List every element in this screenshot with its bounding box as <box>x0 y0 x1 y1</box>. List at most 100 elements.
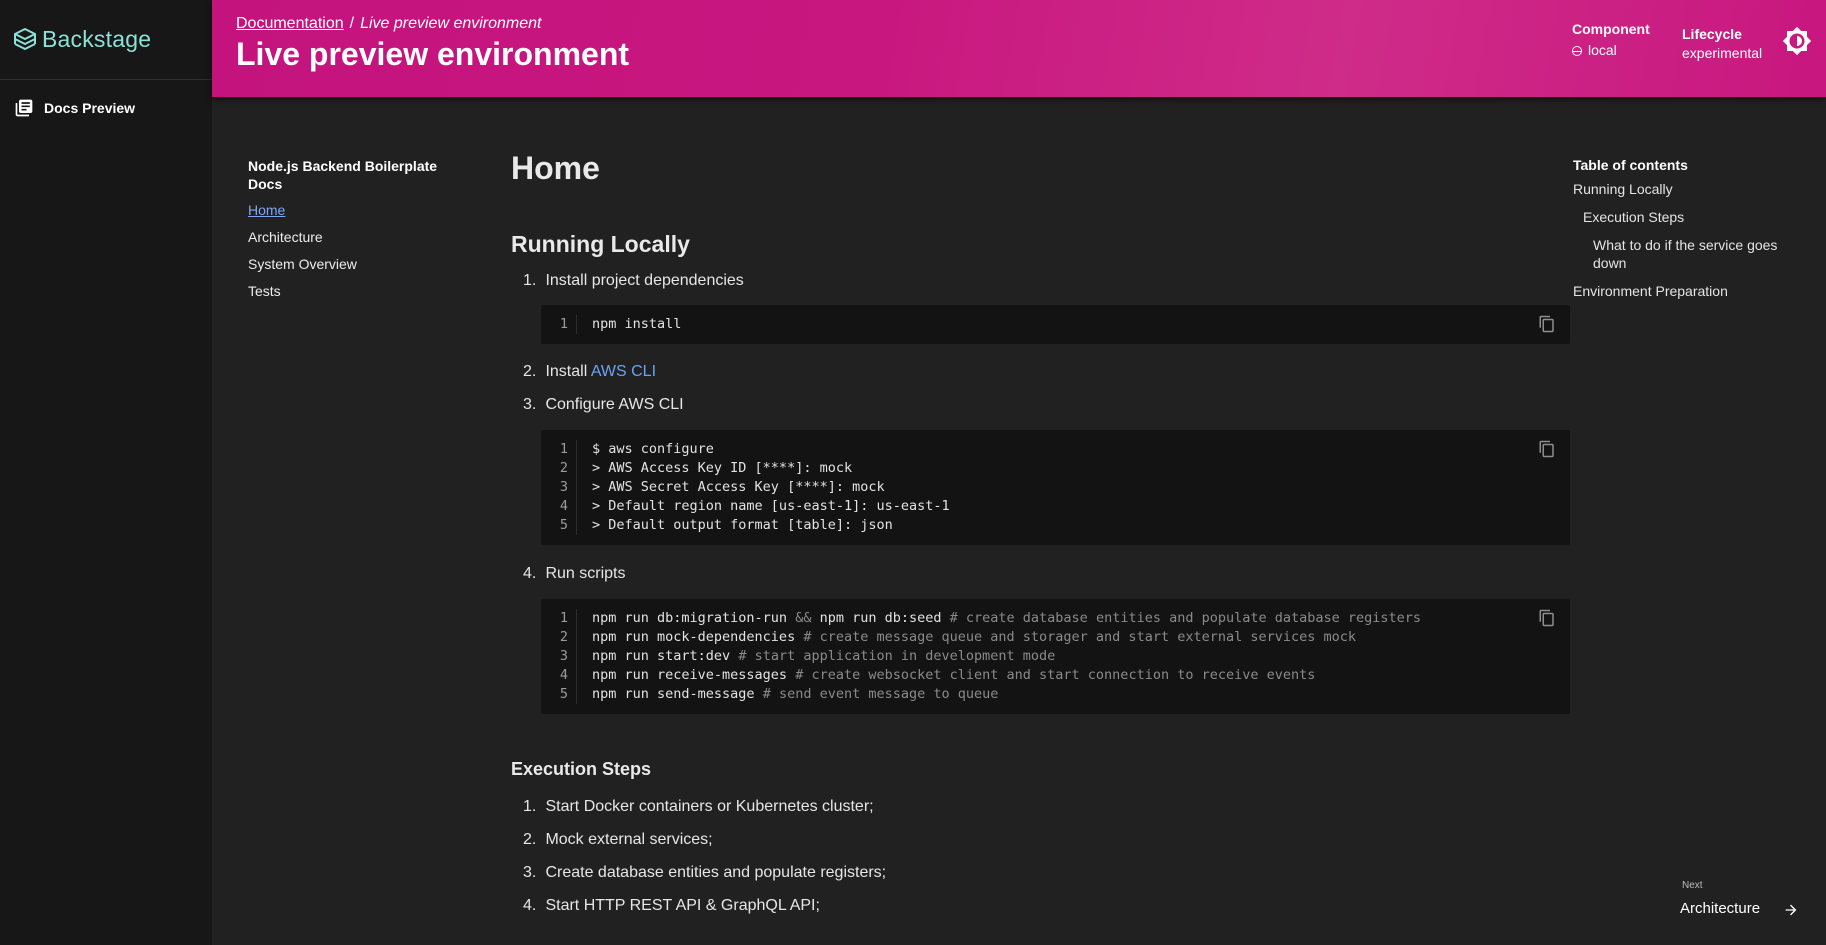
sidebar: Backstage Docs Preview <box>0 0 212 945</box>
code-comment: # send event message to queue <box>762 686 999 702</box>
toc-item-running-locally[interactable]: Running Locally <box>1573 180 1793 198</box>
next-page-link[interactable]: Next Architecture <box>1680 880 1800 917</box>
code-text: > AWS Secret Access Key [****]: mock <box>592 479 885 495</box>
sidebar-item-docs-preview[interactable]: Docs Preview <box>0 83 212 133</box>
list-item: 4. Start HTTP REST API & GraphQL API; <box>511 896 1541 929</box>
list-item: 1. Install project dependencies <box>511 271 1541 304</box>
docnav-item-architecture[interactable]: Architecture <box>248 228 448 255</box>
code-block: 1 npm install <box>541 305 1570 344</box>
code-line: 4 > Default region name [us-east-1]: us-e… <box>541 497 1570 516</box>
toc-item-environment-preparation[interactable]: Environment Preparation <box>1573 282 1793 300</box>
code-line: 3 > AWS Secret Access Key [****]: mock <box>541 478 1570 497</box>
code-text: npm run receive-messages # create websoc… <box>577 666 1315 685</box>
component-value-row: local <box>1572 42 1650 58</box>
code-text: npm install <box>592 316 682 332</box>
toc-item-service-down[interactable]: What to do if the service goes down <box>1573 236 1793 272</box>
doc-heading-home: Home <box>511 150 600 186</box>
code-command: npm run receive-messages <box>592 667 796 683</box>
next-label: Next <box>1682 880 1703 891</box>
list-number: 3. <box>523 864 537 881</box>
toc-title: Table of contents <box>1573 157 1688 173</box>
list-item: 2. Mock external services; <box>511 830 1541 863</box>
code-text: $ aws configure <box>592 441 714 457</box>
code-line: 2 > AWS Access Key ID [****]: mock <box>541 459 1570 478</box>
list-number: 2. <box>523 831 537 848</box>
list-number: 4. <box>523 565 537 582</box>
component-label: Component <box>1572 21 1650 37</box>
copy-icon[interactable] <box>1538 440 1556 458</box>
breadcrumb-documentation-link[interactable]: Documentation <box>236 15 344 32</box>
lifecycle-label: Lifecycle <box>1682 26 1742 42</box>
line-number: 3 <box>541 478 577 497</box>
component-value[interactable]: local <box>1588 42 1617 58</box>
code-line: 1 $ aws configure <box>541 440 1570 459</box>
code-line: 5 > Default output format [table]: json <box>541 516 1570 535</box>
code-text: > Default region name [us-east-1]: us-ea… <box>592 498 950 514</box>
page-title: Live preview environment <box>236 36 630 72</box>
code-line: 1 npm install <box>541 315 1570 334</box>
code-command: npm run start:dev <box>592 648 739 664</box>
globe-icon <box>1572 46 1582 56</box>
code-text: npm run send-message # send event messag… <box>577 685 998 704</box>
line-number: 5 <box>541 516 577 535</box>
code-line: 5 npm run send-message # send event messa… <box>541 685 1570 704</box>
list-number: 2. <box>523 363 537 380</box>
code-command: npm run mock-dependencies <box>592 629 804 645</box>
arrow-right-icon <box>1785 904 1797 916</box>
code-command: npm run db:seed <box>811 610 950 626</box>
code-comment: # create message queue and storager and … <box>803 629 1357 645</box>
sidebar-item-label: Docs Preview <box>44 100 136 116</box>
code-text: npm run db:migration-run && npm run db:s… <box>577 609 1421 628</box>
docnav-item-system-overview[interactable]: System Overview <box>248 255 448 282</box>
list-number: 3. <box>523 396 537 413</box>
line-number: 2 <box>541 459 577 478</box>
table-of-contents: Table of contents Running Locally Execut… <box>1573 157 1793 310</box>
aws-cli-link[interactable]: AWS CLI <box>591 363 656 380</box>
list-text: Start HTTP REST API & GraphQL API; <box>545 897 820 914</box>
component-info: Component local <box>1572 21 1650 58</box>
list-item: 2. Install AWS CLI <box>511 362 1541 395</box>
line-number: 3 <box>541 647 577 666</box>
list-text: Run scripts <box>545 565 626 582</box>
list-text: Mock external services; <box>545 831 713 848</box>
docnav-item-home[interactable]: Home <box>248 201 448 228</box>
list-text: Start Docker containers or Kubernetes cl… <box>545 798 874 815</box>
brightness-icon[interactable] <box>1782 26 1812 56</box>
copy-icon[interactable] <box>1538 315 1556 333</box>
library-books-icon <box>15 99 33 117</box>
line-number: 1 <box>541 440 577 459</box>
breadcrumb-separator: / <box>349 15 355 32</box>
list-number: 1. <box>523 798 537 815</box>
doc-heading-running-locally: Running Locally <box>511 231 690 257</box>
page-header: Documentation / Live preview environment L… <box>212 0 1826 97</box>
code-operator: && <box>795 610 812 626</box>
toc-item-execution-steps[interactable]: Execution Steps <box>1573 208 1793 226</box>
list-item: 3. Configure AWS CLI <box>511 395 1541 428</box>
list-number: 1. <box>523 272 537 289</box>
code-command: npm run send-message <box>592 686 763 702</box>
doc-content: Home Running Locally 1. Install project … <box>511 150 1570 929</box>
lifecycle-value: experimental <box>1682 45 1763 61</box>
list-item: 1. Start Docker containers or Kubernetes… <box>511 797 1541 830</box>
code-command: npm run db:migration-run <box>592 610 796 626</box>
brand-name: Backstage <box>42 26 152 52</box>
docs-site-title: Node.js Backend Boilerplate Docs <box>248 158 438 192</box>
docs-navigation: Node.js Backend Boilerplate Docs Home Ar… <box>248 157 448 309</box>
list-text: Install <box>545 363 591 380</box>
brand-logo-link[interactable]: Backstage <box>0 0 212 80</box>
code-text: npm run mock-dependencies # create messa… <box>577 628 1356 647</box>
code-line: 1 npm run db:migration-run && npm run db:… <box>541 609 1570 628</box>
copy-icon[interactable] <box>1538 609 1556 627</box>
next-title: Architecture <box>1680 900 1761 917</box>
line-number: 4 <box>541 666 577 685</box>
docnav-item-tests[interactable]: Tests <box>248 282 448 309</box>
list-item: 4. Run scripts <box>511 564 1541 597</box>
code-comment: # create websocket client and start conn… <box>795 667 1316 683</box>
code-block: 1 npm run db:migration-run && npm run db:… <box>541 599 1570 714</box>
line-number: 2 <box>541 628 577 647</box>
line-number: 1 <box>541 315 577 334</box>
code-text: > AWS Access Key ID [****]: mock <box>592 460 853 476</box>
code-block: 1 $ aws configure 2 > AWS Access Key ID [*… <box>541 430 1570 545</box>
list-text: Install project dependencies <box>545 272 744 289</box>
line-number: 5 <box>541 685 577 704</box>
